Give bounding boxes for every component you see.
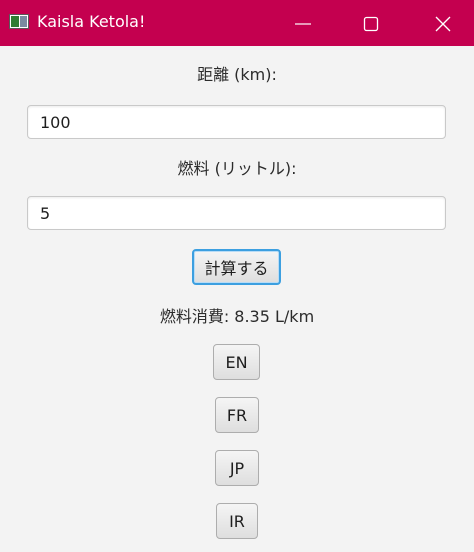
window-title: Kaisla Ketola! bbox=[37, 12, 146, 31]
language-button-jp[interactable]: JP bbox=[215, 450, 259, 486]
close-button[interactable] bbox=[416, 0, 470, 46]
calculate-button[interactable]: 計算する bbox=[192, 249, 281, 285]
close-icon bbox=[435, 16, 451, 32]
language-button-ir[interactable]: IR bbox=[216, 503, 258, 539]
distance-label: 距離 (km): bbox=[197, 65, 277, 84]
app-icon bbox=[9, 14, 29, 29]
form-panel: 距離 (km): 燃料 (リットル): 計算する 燃料消費: 8.35 L/km… bbox=[0, 46, 474, 552]
distance-input[interactable] bbox=[27, 105, 446, 139]
language-button-en[interactable]: EN bbox=[213, 344, 260, 380]
title-bar[interactable]: Kaisla Ketola! bbox=[0, 0, 474, 46]
app-window: Kaisla Ketola! 距離 (km): 燃料 (リットル): 計算する … bbox=[0, 0, 474, 552]
fuel-input[interactable] bbox=[27, 196, 446, 230]
fuel-label: 燃料 (リットル): bbox=[177, 159, 297, 178]
language-button-fr[interactable]: FR bbox=[215, 397, 259, 433]
minimize-icon bbox=[295, 23, 311, 25]
maximize-button[interactable] bbox=[344, 0, 398, 46]
minimize-button[interactable] bbox=[276, 0, 330, 46]
result-text: 燃料消費: 8.35 L/km bbox=[159, 307, 315, 326]
maximize-icon bbox=[363, 16, 379, 32]
